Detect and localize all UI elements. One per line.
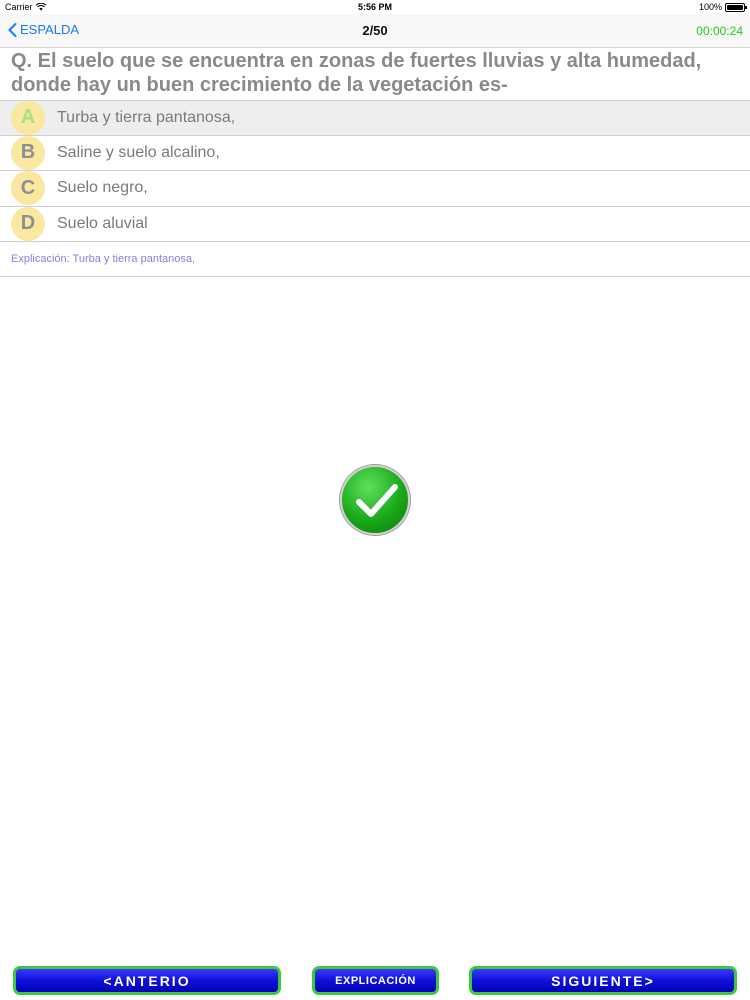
option-letter-badge: D [11,206,45,241]
explanation-text: Explicación: Turba y tierra pantanosa, [0,242,750,277]
option-text: Suelo aluvial [57,214,148,232]
option-letter-badge: B [11,135,45,170]
option-b[interactable]: B Saline y suelo alcalino, [0,135,750,171]
quiz-timer: 00:00:24 [696,24,743,38]
status-bar: Carrier 5:56 PM 100% [0,0,750,14]
status-time: 5:56 PM [357,2,392,12]
option-a[interactable]: A Turba y tierra pantanosa, [0,100,750,136]
option-letter-badge: A [11,100,45,135]
answer-options: A Turba y tierra pantanosa, B Saline y s… [0,100,750,277]
battery-icon [725,2,747,12]
previous-button[interactable]: <ANTERIO [13,966,281,995]
option-d[interactable]: D Suelo aluvial [0,206,750,242]
battery-indicator: 100% [698,2,747,12]
option-text: Suelo negro, [57,179,148,197]
explanation-button[interactable]: EXPLICACIÓN [312,966,439,995]
option-text: Turba y tierra pantanosa, [57,108,236,126]
next-button[interactable]: SIGUIENTE> [469,966,737,995]
correct-answer-badge [340,465,410,535]
option-c[interactable]: C Suelo negro, [0,171,750,207]
navigation-bar: ESPALDA 2/50 00:00:24 [0,14,750,48]
question-progress: 2/50 [362,23,388,38]
option-text: Saline y suelo alcalino, [57,143,220,161]
battery-percent: 100% [698,2,722,12]
option-letter-badge: C [11,171,45,206]
question-text: Q. El suelo que se encuentra en zonas de… [11,50,702,96]
check-icon [356,484,398,517]
